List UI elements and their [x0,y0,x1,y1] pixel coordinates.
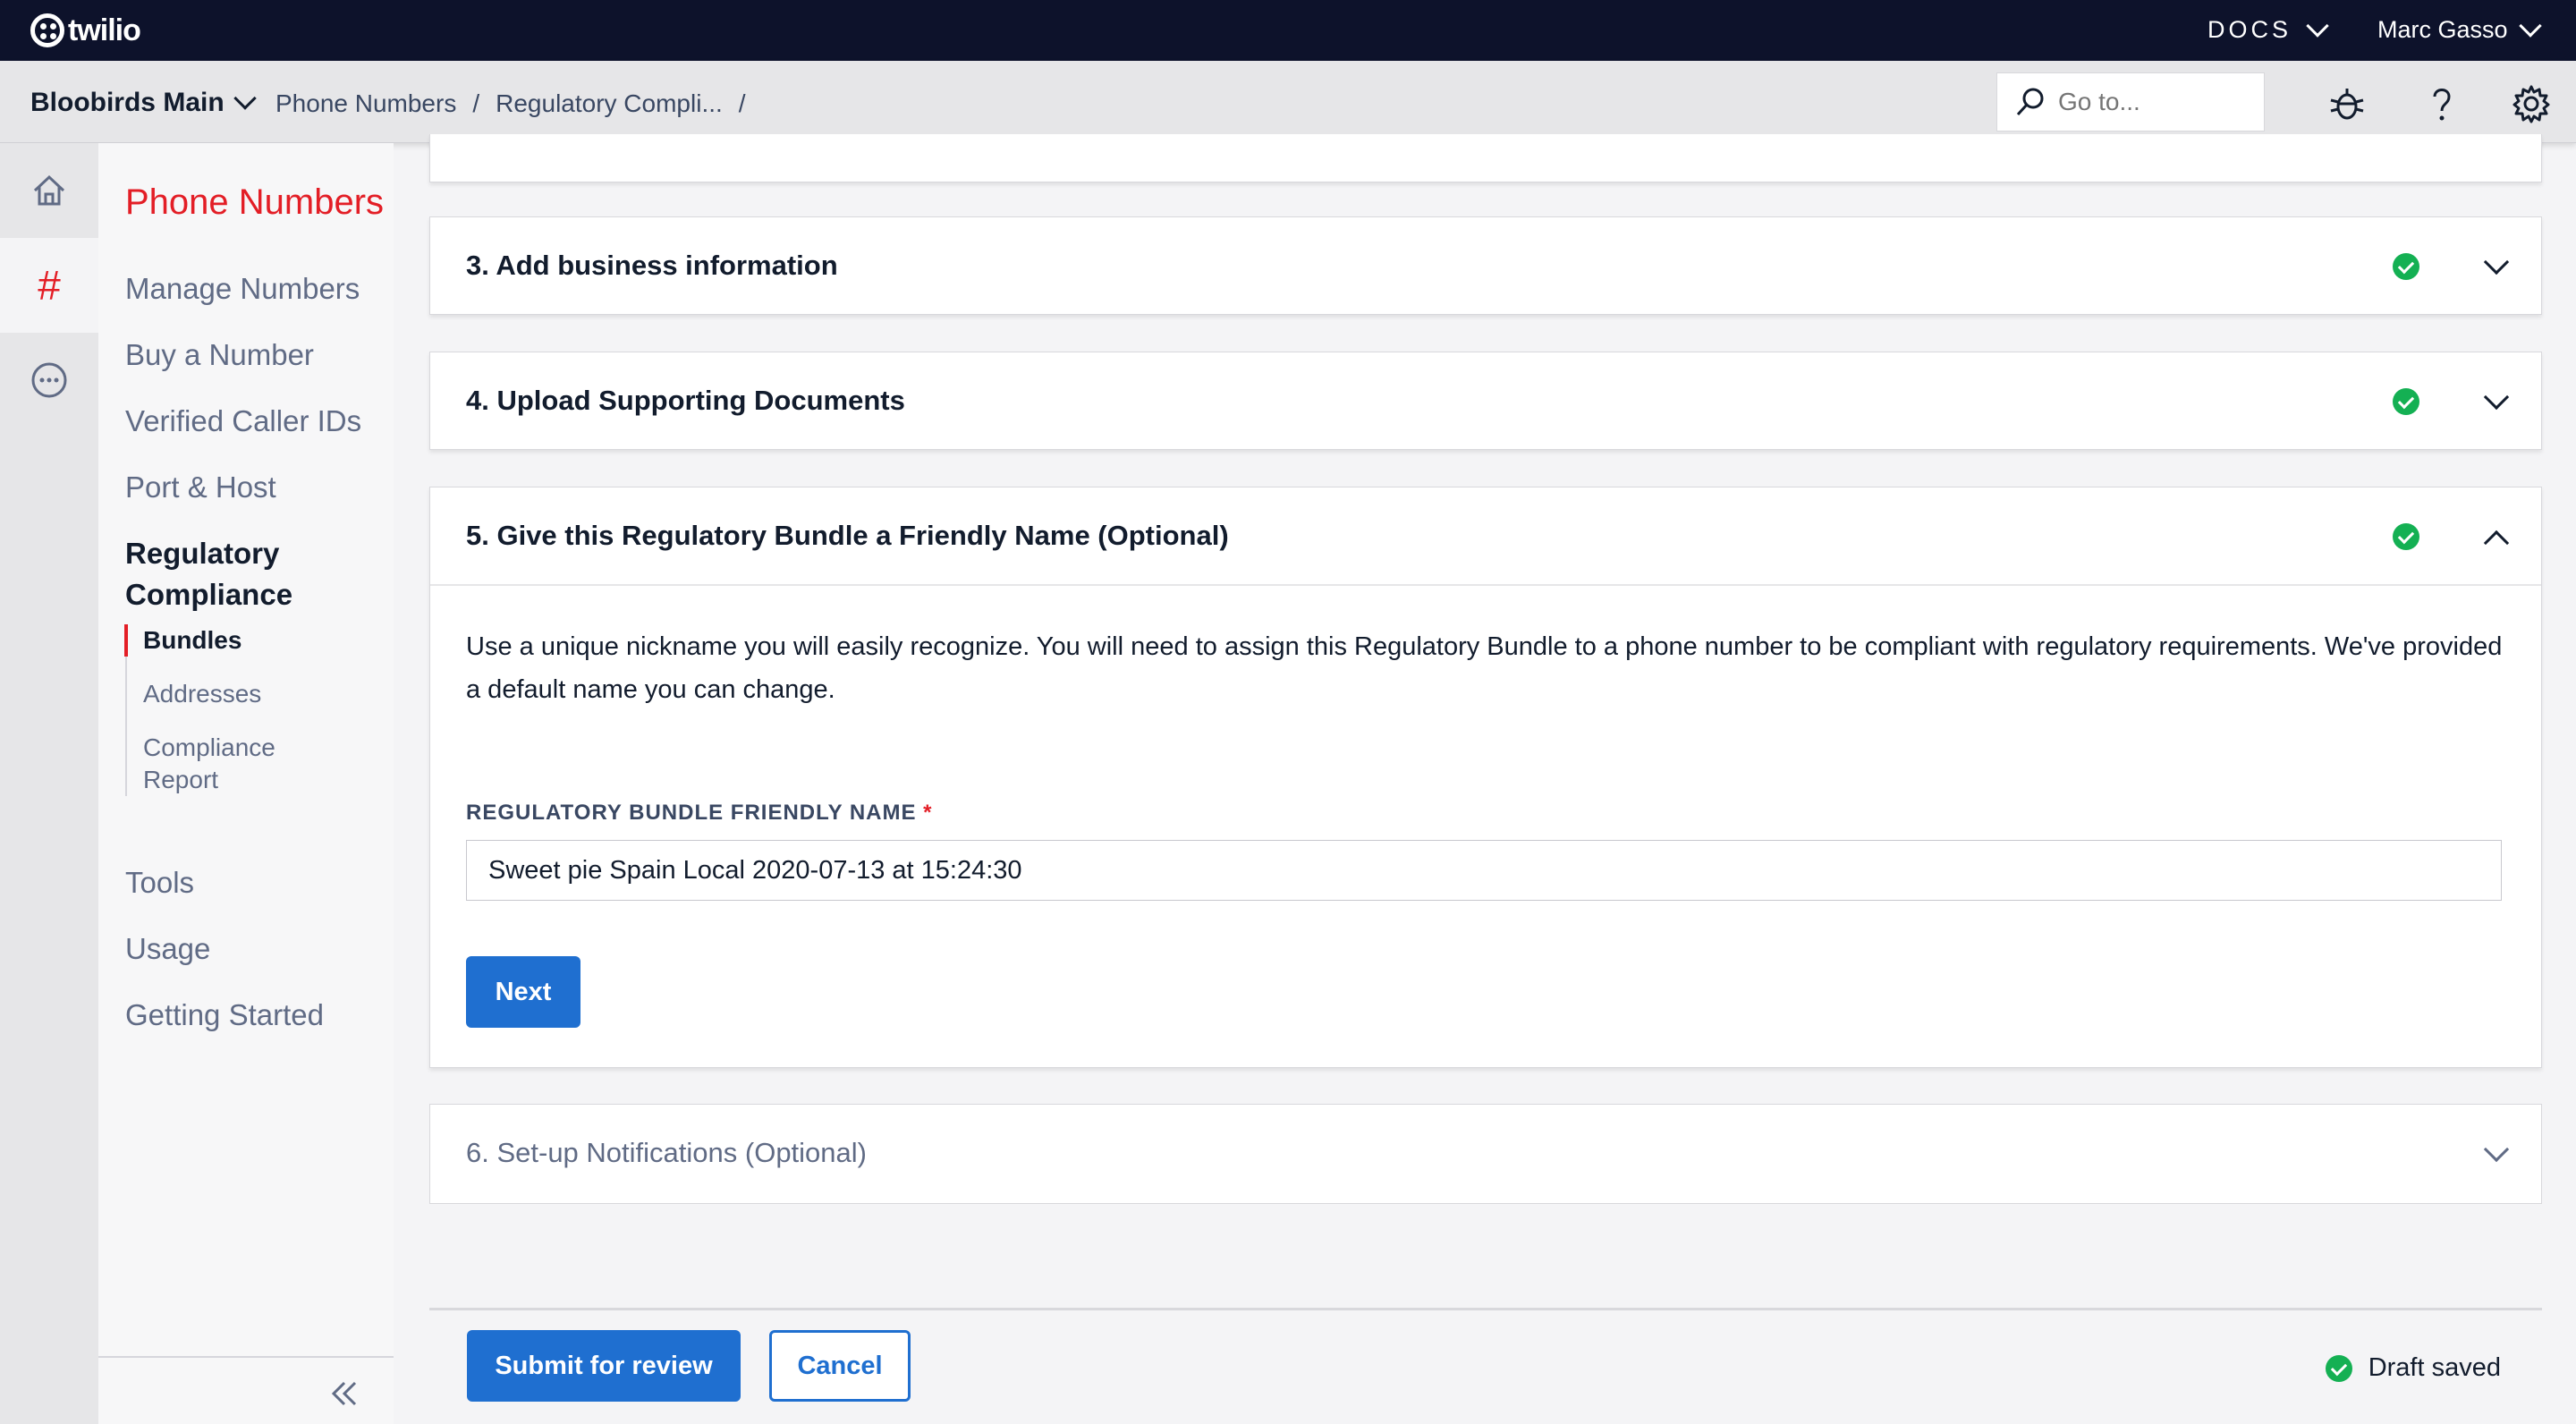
breadcrumb-regulatory-compliance[interactable]: Regulatory Compli... [496,89,723,118]
breadcrumb: Phone Numbers / Regulatory Compli... / [275,89,746,118]
chevron-down-icon[interactable] [2483,1136,2510,1163]
nav-port-host[interactable]: Port & Host [125,470,276,504]
bug-icon [2330,89,2364,120]
check-circle-icon [2393,523,2419,550]
draft-status: Draft saved [2325,1353,2501,1383]
rail-phone-numbers[interactable]: # [0,238,98,333]
step-4-title: 4. Upload Supporting Documents [466,385,905,416]
user-name: Marc Gasso [2377,16,2508,43]
search-icon [2016,88,2044,116]
subnav-compliance-report[interactable]: Compliance Report [127,732,279,796]
friendly-name-input[interactable] [466,840,2502,901]
step-5-card: 5. Give this Regulatory Bundle a Friendl… [429,487,2542,1068]
step-3-title: 3. Add business information [466,250,838,281]
docs-menu[interactable]: DOCS [2207,13,2329,44]
step-4-header[interactable]: 4. Upload Supporting Documents [430,352,2541,449]
search-box[interactable] [1996,72,2265,131]
home-icon [33,174,65,206]
chevron-up-icon[interactable] [2483,530,2510,556]
step-4-card: 4. Upload Supporting Documents [429,352,2542,450]
rail-home[interactable] [0,143,98,238]
step-5-description: Use a unique nickname you will easily re… [466,632,2503,704]
nav-divider [98,1356,394,1358]
gear-icon [2512,85,2550,123]
nav-title: Phone Numbers [125,182,385,222]
double-chevron-left-icon [331,1381,357,1406]
next-button[interactable]: Next [466,956,580,1028]
help-button[interactable] [2422,84,2462,123]
breadcrumb-phone-numbers[interactable]: Phone Numbers [275,89,456,118]
step-5-header[interactable]: 5. Give this Regulatory Bundle a Friendl… [430,487,2541,584]
chevron-down-icon[interactable] [2483,249,2510,275]
top-bar: twilio DOCS Marc Gasso [0,0,2576,61]
check-circle-icon [2393,388,2419,415]
check-circle-icon [2393,253,2419,280]
step-5-body: Use a unique nickname you will easily re… [430,584,2541,1064]
nav-regulatory-compliance[interactable]: Regulatory Compliance [125,533,376,615]
logo-text: twilio [68,13,141,47]
account-bar: Bloobirds Main Phone Numbers / Regulator… [0,61,2576,143]
regulatory-subnav: Bundles Addresses Compliance Report [124,624,279,796]
product-rail: # [0,143,98,1424]
chevron-down-icon [2518,13,2542,38]
side-nav: Phone Numbers Manage Numbers Buy a Numbe… [98,143,394,1424]
twilio-logo[interactable]: twilio [30,13,141,48]
cancel-button[interactable]: Cancel [769,1330,911,1402]
hash-icon: # [38,262,61,309]
check-circle-icon [2325,1354,2352,1382]
step-3-header[interactable]: 3. Add business information [430,217,2541,314]
subnav-bundles[interactable]: Bundles [124,624,279,657]
account-name: Bloobirds Main [30,88,225,117]
draft-status-text: Draft saved [2368,1353,2501,1382]
step-2-card [429,134,2542,182]
rail-more[interactable] [0,333,98,428]
user-menu[interactable]: Marc Gasso [2377,13,2542,44]
step-6-card: 6. Set-up Notifications (Optional) [429,1104,2542,1204]
chevron-down-icon[interactable] [2483,384,2510,411]
friendly-name-label-text: REGULATORY BUNDLE FRIENDLY NAME [466,801,917,825]
step-6-title: 6. Set-up Notifications (Optional) [466,1137,867,1168]
required-marker: * [923,801,933,825]
search-input[interactable] [2058,88,2255,116]
collapse-nav-button[interactable] [326,1376,362,1421]
chevron-down-icon [2306,13,2329,38]
chevron-down-icon [233,87,257,110]
nav-getting-started[interactable]: Getting Started [125,998,324,1032]
subnav-addresses[interactable]: Addresses [127,678,279,710]
step-3-card: 3. Add business information [429,216,2542,315]
breadcrumb-separator: / [472,89,480,117]
step-5-title: 5. Give this Regulatory Bundle a Friendl… [466,520,1229,551]
friendly-name-label: REGULATORY BUNDLE FRIENDLY NAME * [466,801,2505,826]
question-icon [2433,89,2451,121]
account-selector[interactable]: Bloobirds Main [30,87,257,118]
step-6-header[interactable]: 6. Set-up Notifications (Optional) [430,1105,2541,1201]
action-footer: Submit for review Cancel Draft saved [429,1308,2542,1424]
more-icon [31,362,67,398]
nav-manage-numbers[interactable]: Manage Numbers [125,272,360,306]
twilio-logo-icon [30,13,64,47]
nav-verified-caller-ids[interactable]: Verified Caller IDs [125,404,361,438]
nav-buy-number[interactable]: Buy a Number [125,338,314,372]
nav-usage[interactable]: Usage [125,932,210,966]
debugger-button[interactable] [2327,84,2367,123]
docs-label: DOCS [2207,16,2292,43]
breadcrumb-separator: / [738,89,746,117]
nav-tools[interactable]: Tools [125,866,194,900]
submit-for-review-button[interactable]: Submit for review [467,1330,741,1402]
settings-button[interactable] [2512,84,2551,123]
